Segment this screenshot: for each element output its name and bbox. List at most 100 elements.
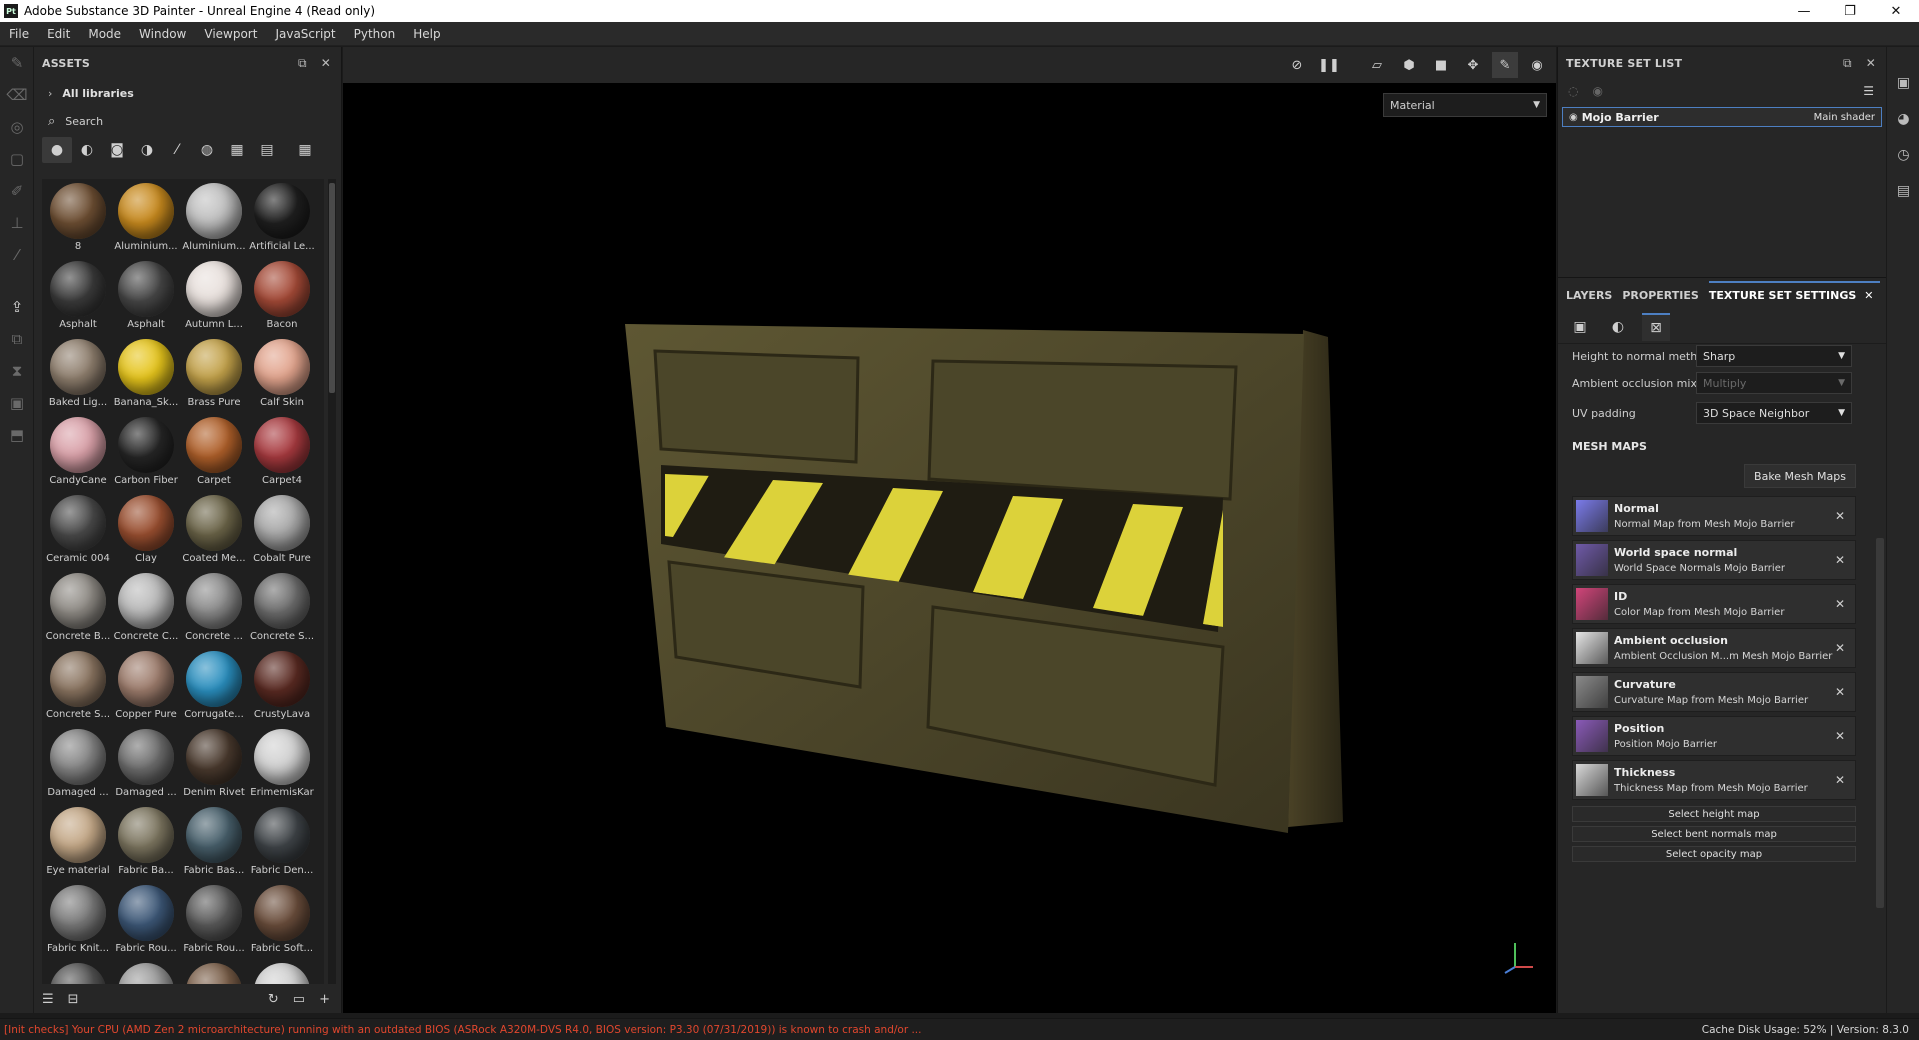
geometry-mask-icon[interactable]: ▢ [0, 143, 34, 175]
asset-thumbnail[interactable]: Concrete ... [180, 569, 248, 647]
asset-thumbnail[interactable]: Fabric Bas... [180, 803, 248, 881]
projection-icon[interactable]: ◎ [0, 111, 34, 143]
remove-map-icon[interactable]: ✕ [1835, 597, 1845, 611]
remove-map-icon[interactable]: ✕ [1835, 729, 1845, 743]
list-view-icon[interactable]: ☰ [42, 992, 54, 1007]
filter-materials-icon[interactable]: ● [42, 137, 72, 163]
asset-search[interactable]: ⌕ Search [34, 107, 341, 135]
init-check-warning[interactable]: [Init checks] Your CPU (AMD Zen 2 microa… [4, 1024, 921, 1036]
symmetry-icon[interactable]: ✥ [1460, 52, 1486, 78]
library-selector[interactable]: › All libraries [34, 79, 341, 107]
asset-thumbnail[interactable] [44, 959, 112, 984]
menu-window[interactable]: Window [130, 27, 195, 41]
asset-thumbnail[interactable]: Concrete S... [44, 647, 112, 725]
paint-mode-icon[interactable]: ✎ [1492, 52, 1518, 78]
asset-thumbnail[interactable]: Baked Lig... [44, 335, 112, 413]
asset-thumbnail[interactable]: Calf Skin [248, 335, 316, 413]
camera-icon[interactable]: ■ [1428, 52, 1454, 78]
close-panel-icon[interactable]: ✕ [321, 56, 331, 71]
hide-ui-icon[interactable]: ⊘ [1284, 52, 1310, 78]
shelf-icon[interactable]: ⧉ [0, 323, 34, 355]
mesh-map-slot[interactable]: Ambient occlusion Ambient Occlusion M...m… [1572, 628, 1856, 668]
texture-set-item[interactable]: ◉ Mojo Barrier Main shader [1562, 107, 1882, 127]
shader-settings-icon[interactable]: ▣ [0, 387, 34, 419]
asset-thumbnail[interactable]: Carpet [180, 413, 248, 491]
refresh-icon[interactable]: ↻ [268, 992, 279, 1007]
asset-thumbnail[interactable] [180, 959, 248, 984]
float-panel-icon[interactable]: ⧉ [1843, 56, 1852, 71]
3d-viewport[interactable]: ⊘ ❚❚ ▱ ⬢ ■ ✥ ✎ ◉ Material ▼ [343, 47, 1556, 1013]
asset-thumbnail[interactable]: Eye material [44, 803, 112, 881]
remove-map-icon[interactable]: ✕ [1835, 685, 1845, 699]
asset-thumbnail[interactable]: CrustyLava [248, 647, 316, 725]
shader-ball-icon[interactable]: ◐ [1604, 313, 1632, 341]
asset-thumbnail[interactable]: Coated Me... [180, 491, 248, 569]
display-settings-icon[interactable]: ⧗ [0, 355, 34, 387]
asset-thumbnail[interactable]: Aluminium... [180, 179, 248, 257]
filter-environments-icon[interactable]: ▤ [252, 137, 282, 163]
color-picker-icon[interactable]: ⁄ [0, 239, 34, 271]
asset-thumbnail[interactable]: Fabric Rou... [180, 881, 248, 959]
visibility-eye-icon[interactable]: ◉ [1569, 112, 1578, 123]
mesh-map-slot[interactable]: ID Color Map from Mesh Mojo Barrier ✕ [1572, 584, 1856, 624]
close-panel-icon[interactable]: ✕ [1866, 56, 1876, 71]
tab-texture-set-settings[interactable]: TEXTURE SET SETTINGS ✕ [1708, 281, 1880, 310]
menu-mode[interactable]: Mode [79, 27, 130, 41]
asset-thumbnail[interactable]: Corrugate... [180, 647, 248, 725]
asset-thumbnail[interactable]: Banana_Sk... [112, 335, 180, 413]
asset-thumbnail[interactable]: Clay [112, 491, 180, 569]
remove-map-icon[interactable]: ✕ [1835, 553, 1845, 567]
remove-map-icon[interactable]: ✕ [1835, 773, 1845, 787]
asset-thumbnail[interactable]: Ceramic 004 [44, 491, 112, 569]
filter-grunges-icon[interactable]: ▦ [222, 137, 252, 163]
menu-icon[interactable]: ☰ [1863, 84, 1886, 98]
asset-thumbnail[interactable]: Asphalt [112, 257, 180, 335]
assets-panel-icon[interactable]: ⇪ [0, 291, 34, 323]
asset-thumbnail[interactable]: Fabric Rou... [112, 881, 180, 959]
asset-thumbnail[interactable]: Aluminium... [112, 179, 180, 257]
bake-mesh-maps-button[interactable]: Bake Mesh Maps [1744, 464, 1856, 488]
filter-masks-icon[interactable]: ◙ [102, 137, 132, 163]
asset-thumbnail[interactable]: CandyCane [44, 413, 112, 491]
mesh-map-slot[interactable]: Normal Normal Map from Mesh Mojo Barrier ✕ [1572, 496, 1856, 536]
filter-textures-icon[interactable]: ◑ [132, 137, 162, 163]
asset-thumbnail[interactable]: Carpet4 [248, 413, 316, 491]
float-panel-icon[interactable]: ⧉ [298, 56, 307, 71]
asset-thumbnail[interactable] [248, 959, 316, 984]
filter-smart-materials-icon[interactable]: ◐ [72, 137, 102, 163]
asset-thumbnail[interactable]: Asphalt [44, 257, 112, 335]
asset-thumbnail[interactable]: Concrete B... [44, 569, 112, 647]
close-tab-icon[interactable]: ✕ [1864, 289, 1873, 302]
shader-settings-icon[interactable]: ◕ [1887, 103, 1919, 135]
2d-view-icon[interactable]: ▱ [1364, 52, 1390, 78]
minimize-button[interactable]: — [1781, 0, 1827, 22]
clone-stamp-icon[interactable]: ⊥ [0, 207, 34, 239]
remove-map-icon[interactable]: ✕ [1835, 641, 1845, 655]
history-icon[interactable]: ◷ [1887, 139, 1919, 171]
menu-edit[interactable]: Edit [38, 27, 79, 41]
eye-icon[interactable]: ◉ [1592, 84, 1602, 98]
asset-thumbnail[interactable]: Copper Pure [112, 647, 180, 725]
filter-brushes-icon[interactable]: ⁄ [162, 137, 192, 163]
close-window-button[interactable]: ✕ [1873, 0, 1919, 22]
screenshot-icon[interactable]: ◉ [1524, 52, 1550, 78]
select-height-map-button[interactable]: Select height map [1572, 806, 1856, 822]
asset-thumbnail[interactable]: Denim Rivet [180, 725, 248, 803]
asset-thumbnail[interactable]: Bacon [248, 257, 316, 335]
asset-thumbnail[interactable]: Fabric Knit... [44, 881, 112, 959]
add-icon[interactable]: + [319, 992, 330, 1007]
uv-padding-select[interactable]: 3D Space Neighbor ▼ [1696, 402, 1852, 424]
texture-set-icon[interactable]: ▣ [1566, 313, 1594, 341]
asset-thumbnail[interactable]: Damaged ... [112, 725, 180, 803]
height-to-normal-select[interactable]: Sharp ▼ [1696, 345, 1852, 367]
eraser-icon[interactable]: ⌫ [0, 79, 34, 111]
mesh-maps-icon[interactable]: ⊠ [1642, 312, 1670, 341]
asset-thumbnail[interactable]: Damaged ... [44, 725, 112, 803]
asset-thumbnail[interactable]: Artificial Le... [248, 179, 316, 257]
asset-thumbnail[interactable]: Fabric Soft... [248, 881, 316, 959]
asset-thumbnail[interactable]: Fabric Den... [248, 803, 316, 881]
mesh-map-slot[interactable]: Thickness Thickness Map from Mesh Mojo Ba… [1572, 760, 1856, 800]
filter-alphas-icon[interactable]: ◍ [192, 137, 222, 163]
texture-set-shader[interactable]: Main shader [1814, 112, 1875, 123]
select-opacity-map-button[interactable]: Select opacity map [1572, 846, 1856, 862]
